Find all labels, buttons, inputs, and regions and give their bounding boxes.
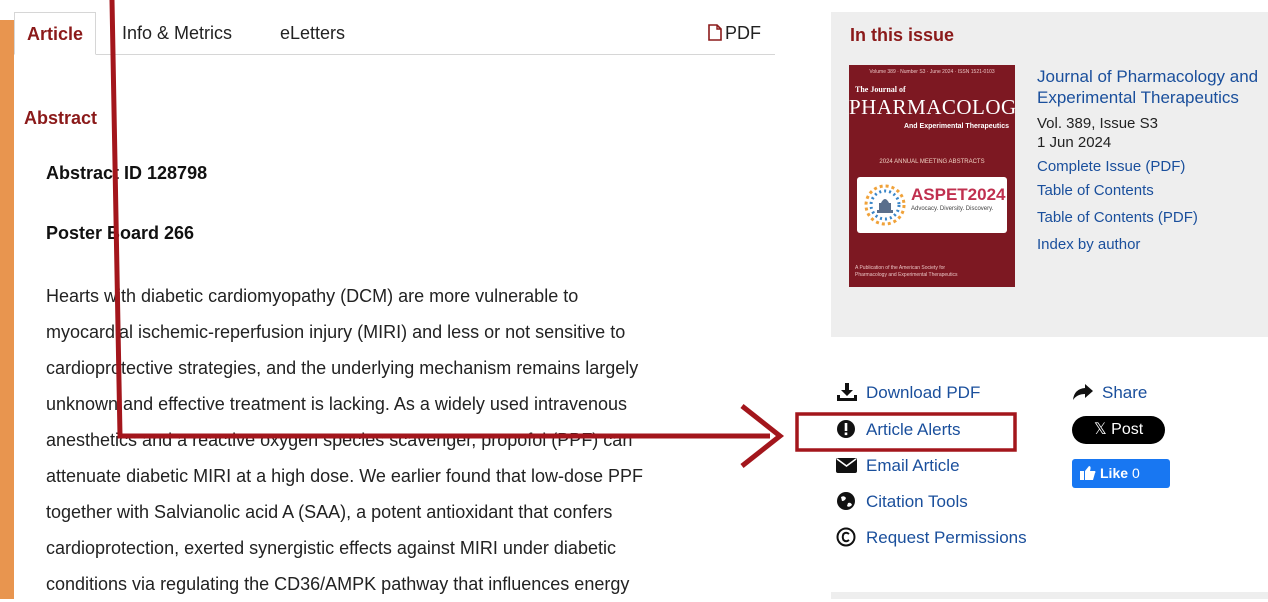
abstract-body: Hearts with diabetic cardiomyopathy (DCM… [46, 278, 736, 602]
abstract-heading: Abstract [24, 108, 98, 128]
cover-aspet: ASPET2024 [911, 185, 1006, 204]
cover-footer: A Publication of the American Society fo… [855, 265, 958, 278]
tab-article[interactable]: Article [14, 12, 97, 55]
next-panel-edge [831, 592, 1268, 599]
abstract-line: together with Salvianolic acid A (SAA), … [46, 502, 613, 522]
cover-title: PHARMACOLOGY [849, 95, 1015, 119]
exclamation-circle-icon [837, 420, 855, 438]
facebook-like-button[interactable]: Like 0 [1072, 459, 1170, 488]
share-arrow-icon [1073, 384, 1093, 400]
tab-eletters[interactable]: eLetters [280, 12, 345, 54]
request-permissions-link[interactable]: Request Permissions [836, 525, 1027, 551]
cover-meeting: 2024 ANNUAL MEETING ABSTRACTS [879, 159, 985, 165]
issue-info: Journal of Pharmacology and Experimental… [1037, 66, 1262, 258]
article-alerts-label: Article Alerts [866, 420, 961, 439]
tab-pdf[interactable]: PDF [708, 12, 761, 54]
issue-journal-link[interactable]: Journal of Pharmacology and Experimental… [1037, 66, 1262, 108]
abstract-line: cardioprotective strategies, and the und… [46, 358, 639, 378]
capitol-dome-icon [864, 184, 906, 226]
article-tabs: Article Info & Metrics eLetters PDF [14, 12, 775, 55]
cover-aspet-sub: Advocacy. Diversity. Discovery. [911, 206, 994, 212]
globe-icon [837, 492, 855, 510]
in-this-issue-heading: In this issue [850, 25, 955, 45]
pdf-file-icon [708, 24, 722, 41]
table-of-contents-pdf-link[interactable]: Table of Contents (PDF) [1037, 204, 1262, 231]
issue-date: 1 Jun 2024 [1037, 134, 1112, 151]
email-article-link[interactable]: Email Article [836, 453, 960, 479]
citation-tools-link[interactable]: Citation Tools [836, 489, 968, 515]
download-pdf-label: Download PDF [866, 383, 981, 402]
table-of-contents-link[interactable]: Table of Contents [1037, 177, 1262, 204]
cover-issue-line: Volume 389 · Number S3 · June 2024 · ISS… [869, 69, 995, 75]
share-link[interactable]: Share [1072, 380, 1147, 406]
citation-tools-label: Citation Tools [866, 492, 968, 511]
share-label: Share [1102, 383, 1148, 402]
x-post-button[interactable]: 𝕏 Post [1072, 416, 1165, 444]
request-permissions-label: Request Permissions [866, 528, 1027, 547]
abstract-line: myocardial ischemic-reperfusion injury (… [46, 322, 626, 342]
annotation-arrow-head [740, 404, 785, 468]
complete-issue-pdf-link[interactable]: Complete Issue (PDF) [1037, 156, 1262, 177]
abstract-line: attenuate diabetic MIRI at a high dose. … [46, 466, 644, 486]
issue-cover-image[interactable]: Volume 389 · Number S3 · June 2024 · ISS… [849, 65, 1015, 287]
like-label: Like [1100, 465, 1129, 481]
thumbs-up-icon [1080, 466, 1096, 480]
abstract-line: cardioprotection, exerted synergistic ef… [46, 538, 616, 558]
abstract-line: conditions via regulating the CD36/AMPK … [46, 574, 630, 594]
cover-journal-of: The Journal of [855, 85, 906, 94]
in-this-issue-panel: In this issue Volume 389 · Number S3 · J… [831, 12, 1268, 337]
tab-info-metrics[interactable]: Info & Metrics [122, 12, 232, 54]
left-accent-bar [0, 20, 14, 599]
abstract-id: Abstract ID 128798 [46, 163, 208, 183]
copyright-icon [836, 527, 856, 547]
pdf-label: PDF [725, 23, 761, 43]
download-icon [837, 383, 857, 401]
download-pdf-link[interactable]: Download PDF [836, 380, 980, 406]
like-count: 0 [1132, 465, 1140, 481]
abstract-line: Hearts with diabetic cardiomyopathy (DCM… [46, 286, 579, 306]
abstract-line: unknown and effective treatment is lacki… [46, 394, 628, 414]
email-article-label: Email Article [866, 456, 960, 475]
index-by-author-link[interactable]: Index by author [1037, 231, 1262, 258]
issue-volume: Vol. 389, Issue S3 [1037, 115, 1158, 132]
cover-subtitle: And Experimental Therapeutics [903, 123, 1009, 130]
abstract-line: anesthetics and a reactive oxygen specie… [46, 430, 633, 450]
article-alerts-link[interactable]: Article Alerts [836, 417, 960, 443]
poster-board: Poster Board 266 [46, 223, 195, 243]
envelope-icon [836, 458, 857, 473]
